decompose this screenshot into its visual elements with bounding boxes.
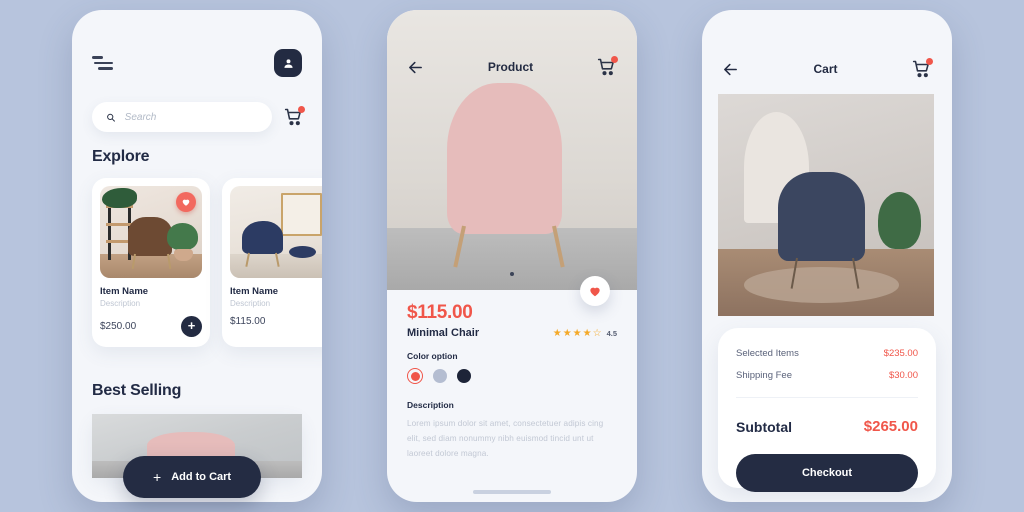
color-swatch-red[interactable] bbox=[407, 368, 423, 384]
rating-stars: ★ ★ ★ ★ ☆ 4.5 bbox=[553, 328, 617, 339]
cart-badge bbox=[611, 56, 618, 63]
chair-illustration bbox=[127, 217, 173, 256]
description-label: Description bbox=[407, 400, 454, 410]
product-name: Minimal Chair bbox=[407, 327, 480, 339]
checkout-button[interactable]: Checkout bbox=[736, 454, 918, 492]
star-filled-icon: ★ bbox=[582, 327, 592, 339]
color-swatches bbox=[407, 368, 617, 384]
selected-items-label: Selected Items bbox=[736, 348, 799, 359]
page-title: Cart bbox=[813, 62, 838, 76]
product-image-blue-chair bbox=[230, 186, 322, 278]
chair-illustration bbox=[242, 220, 284, 255]
plant-decor bbox=[102, 187, 137, 209]
arrow-left-icon[interactable] bbox=[407, 59, 424, 76]
cart-badge bbox=[298, 106, 305, 113]
plant-decor bbox=[167, 222, 198, 251]
cart-summary-panel: Selected Items $235.00 Shipping Fee $30.… bbox=[718, 328, 936, 492]
product-price: $115.00 bbox=[407, 302, 473, 323]
favorite-button[interactable] bbox=[176, 192, 196, 212]
favorite-button[interactable] bbox=[580, 276, 610, 306]
checkout-label: Checkout bbox=[801, 467, 853, 479]
user-glyph bbox=[283, 58, 293, 68]
cart-item[interactable]: Vintage Chair $89.00 – 1 + bbox=[718, 94, 934, 316]
ottoman-illustration bbox=[289, 245, 316, 258]
subtotal-label: Subtotal bbox=[736, 418, 792, 435]
cart-item-thumbnail bbox=[718, 94, 934, 316]
summary-row-selected-items: Selected Items $235.00 bbox=[736, 348, 918, 359]
star-filled-icon: ★ bbox=[572, 327, 582, 339]
cart-icon[interactable] bbox=[912, 58, 933, 79]
cart-icon[interactable] bbox=[597, 56, 618, 77]
color-swatch-gray[interactable] bbox=[433, 369, 447, 383]
page-title: Product bbox=[487, 60, 534, 74]
carousel-dots[interactable] bbox=[510, 272, 514, 276]
phone-screen-product: Product $115.00 Minimal Chair ★ ★ ★ ★ ☆ … bbox=[387, 10, 637, 502]
product-thumbnail bbox=[230, 186, 322, 278]
product-name-rating-row: Minimal Chair ★ ★ ★ ★ ☆ 4.5 bbox=[407, 327, 617, 339]
phone-screen-home: Explore bbox=[72, 10, 322, 502]
star-filled-icon: ★ bbox=[562, 327, 572, 339]
plus-icon: + bbox=[153, 469, 162, 485]
color-option-label: Color option bbox=[407, 351, 458, 361]
add-to-cart-button[interactable]: + Add to Cart bbox=[123, 456, 262, 498]
product-price: $250.00 bbox=[100, 321, 137, 332]
color-swatch-navy[interactable] bbox=[457, 369, 471, 383]
carousel-dot-active[interactable] bbox=[510, 272, 514, 276]
picture-frame-decor bbox=[281, 193, 322, 236]
subtotal-value: $265.00 bbox=[863, 418, 918, 435]
divider bbox=[736, 397, 918, 398]
explore-section-title: Explore bbox=[92, 148, 150, 165]
product-price-row: $250.00 + bbox=[100, 316, 202, 337]
user-icon[interactable] bbox=[274, 49, 302, 77]
summary-row-shipping-fee: Shipping Fee $30.00 bbox=[736, 370, 918, 381]
shipping-fee-value: $30.00 bbox=[888, 370, 918, 381]
product-image-vintage-chair bbox=[718, 94, 934, 316]
star-empty-icon: ☆ bbox=[592, 327, 602, 339]
arrow-left-icon[interactable] bbox=[722, 61, 739, 78]
add-to-cart-label: Add to Cart bbox=[171, 471, 232, 483]
product-description: Description bbox=[230, 299, 271, 308]
star-filled-icon: ★ bbox=[552, 327, 562, 339]
product-price-row: $115.00 bbox=[230, 316, 322, 327]
cart-icon[interactable] bbox=[284, 106, 305, 127]
product-hero-image: Product bbox=[387, 10, 637, 290]
home-topbar bbox=[72, 46, 322, 80]
mockup-stage: Explore bbox=[0, 0, 1024, 512]
heart-icon bbox=[182, 199, 190, 206]
home-indicator bbox=[473, 490, 551, 494]
explore-cards-row: Item Name Description $250.00 + Item Nam… bbox=[92, 178, 322, 347]
cart-topbar: Cart bbox=[702, 56, 952, 82]
phone-screen-cart: Cart Selected Items $235.00 Shipping Fee… bbox=[702, 10, 952, 502]
product-name: Item Name bbox=[100, 286, 149, 297]
search-input[interactable] bbox=[124, 111, 258, 123]
product-name: Item Name bbox=[230, 286, 279, 297]
hamburger-line bbox=[94, 61, 113, 65]
explore-card[interactable]: Item Name Description $115.00 bbox=[222, 178, 322, 347]
heart-icon bbox=[590, 287, 600, 297]
summary-row-subtotal: Subtotal $265.00 bbox=[736, 418, 918, 435]
chair-illustration bbox=[447, 82, 562, 234]
home-search-row bbox=[92, 102, 305, 132]
product-thumbnail bbox=[100, 186, 202, 278]
product-price: $115.00 bbox=[230, 316, 266, 327]
hamburger-icon[interactable] bbox=[92, 56, 114, 70]
swatch-fill bbox=[410, 371, 420, 381]
search-box[interactable] bbox=[92, 102, 272, 132]
shipping-fee-label: Shipping Fee bbox=[736, 370, 792, 381]
product-detail: $115.00 Minimal Chair ★ ★ ★ ★ ☆ 4.5 Colo… bbox=[407, 302, 617, 462]
hamburger-line bbox=[92, 56, 103, 59]
explore-card[interactable]: Item Name Description $250.00 + bbox=[92, 178, 210, 347]
cart-badge bbox=[925, 58, 933, 65]
best-selling-section-title: Best Selling bbox=[92, 382, 182, 399]
selected-items-value: $235.00 bbox=[883, 348, 918, 359]
product-description: Description bbox=[100, 299, 141, 308]
product-image-wall bbox=[387, 10, 637, 290]
cart-item-list: Minimalist Chair $235.00 – 2 + bbox=[718, 94, 934, 316]
hamburger-line bbox=[98, 67, 113, 70]
rating-value: 4.5 bbox=[606, 328, 617, 338]
product-topbar: Product bbox=[387, 54, 637, 80]
add-to-cart-button[interactable]: + bbox=[181, 316, 202, 337]
search-icon bbox=[107, 113, 115, 122]
description-body: Lorem ipsum dolor sit amet, consectetuer… bbox=[407, 419, 604, 459]
